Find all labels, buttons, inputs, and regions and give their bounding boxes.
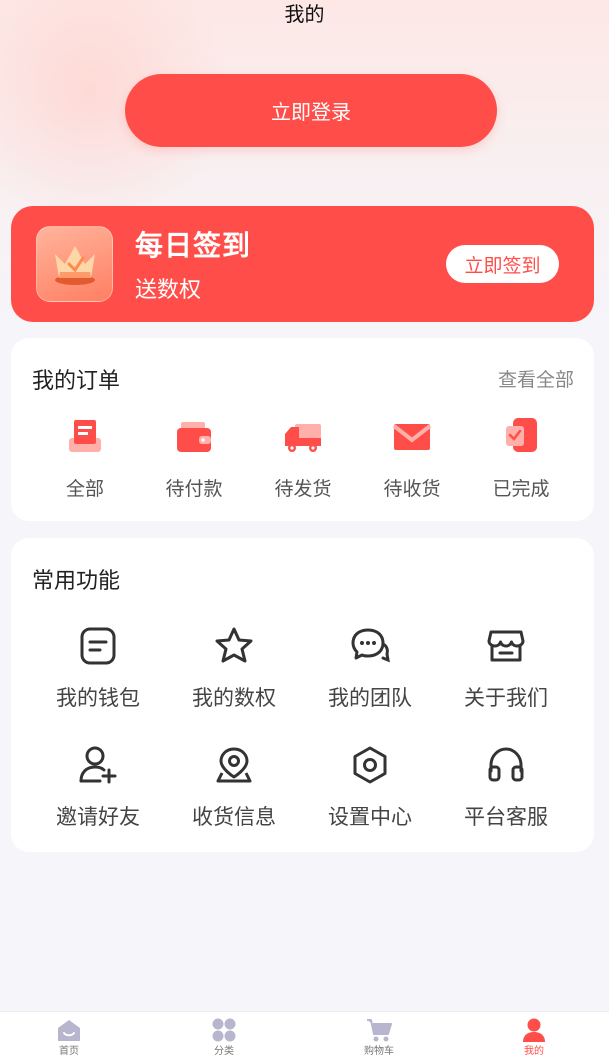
my-orders-card: 我的订单 查看全部 全部 待付款 待发货 待收货 已完成: [11, 338, 594, 521]
function-customer-service[interactable]: 平台客服: [438, 745, 574, 831]
envelope-icon: [392, 424, 432, 450]
order-filter-label: 待付款: [165, 478, 223, 500]
checkin-subtitle: 送数权: [135, 278, 202, 303]
tab-cart[interactable]: 购物车: [339, 1016, 419, 1058]
completed-doc-icon: [506, 418, 537, 452]
function-label: 平台客服: [464, 805, 548, 829]
order-filter-label: 已完成: [492, 478, 550, 500]
login-button[interactable]: 立即登录: [125, 74, 497, 147]
crown-icon: [36, 226, 113, 302]
function-team[interactable]: 我的团队: [302, 626, 438, 712]
checkin-title: 每日签到: [135, 229, 252, 262]
function-about-us[interactable]: 关于我们: [438, 626, 574, 712]
tab-label: 首页: [59, 1046, 79, 1057]
tab-home[interactable]: 首页: [29, 1016, 109, 1058]
order-filter-pending-shipment[interactable]: 待发货: [248, 416, 358, 501]
order-filter-completed[interactable]: 已完成: [466, 416, 576, 501]
orders-title: 我的订单: [32, 369, 121, 394]
daily-checkin-card: 每日签到 送数权 立即签到: [11, 206, 594, 322]
bottom-tab-bar: 首页 分类 购物车 我的: [0, 1011, 609, 1061]
function-settings[interactable]: 设置中心: [302, 745, 438, 831]
order-all-icon: [69, 420, 101, 452]
checkin-button[interactable]: 立即签到: [446, 245, 559, 283]
function-label: 我的数权: [192, 686, 276, 710]
function-label: 收货信息: [192, 805, 276, 829]
location-icon: [216, 747, 252, 783]
function-wallet[interactable]: 我的钱包: [30, 626, 166, 712]
truck-icon: [285, 424, 321, 452]
functions-title: 常用功能: [32, 569, 121, 594]
cart-icon: [367, 1019, 392, 1042]
order-filter-label: 全部: [65, 478, 104, 500]
profile-icon: [523, 1018, 545, 1042]
function-invite-friends[interactable]: 邀请好友: [30, 745, 166, 831]
star-icon: [215, 627, 253, 663]
add-user-icon: [79, 746, 117, 784]
tab-profile[interactable]: 我的: [494, 1016, 574, 1058]
function-label: 邀请好友: [56, 805, 140, 829]
wallet-outline-icon: [80, 627, 116, 665]
view-all-orders-link[interactable]: 查看全部: [498, 365, 574, 392]
function-label: 我的团队: [328, 686, 412, 710]
order-filter-pending-payment[interactable]: 待付款: [139, 416, 249, 501]
tab-category[interactable]: 分类: [184, 1016, 264, 1058]
order-filter-pending-receipt[interactable]: 待收货: [357, 416, 467, 501]
page-title: 我的: [284, 2, 325, 26]
tab-label: 分类: [214, 1046, 234, 1057]
function-label: 设置中心: [328, 805, 412, 829]
common-functions-card: 常用功能 我的钱包 我的数权 我的团队 关于我们 邀请好友 收货信息 设置中心 …: [11, 538, 594, 852]
category-icon: [212, 1018, 236, 1042]
order-filter-label: 待发货: [274, 478, 332, 500]
order-filter-label: 待收货: [383, 478, 441, 500]
store-icon: [487, 630, 525, 662]
home-icon: [58, 1020, 80, 1041]
function-data-rights[interactable]: 我的数权: [166, 626, 302, 712]
function-label: 关于我们: [464, 686, 548, 710]
wallet-icon: [177, 422, 211, 452]
tab-label: 购物车: [364, 1046, 394, 1057]
order-filter-all[interactable]: 全部: [30, 416, 140, 501]
headset-icon: [488, 747, 524, 782]
function-label: 我的钱包: [56, 686, 140, 710]
chat-icon: [351, 628, 390, 663]
function-shipping-info[interactable]: 收货信息: [166, 745, 302, 831]
tab-label: 我的: [524, 1046, 544, 1057]
settings-hex-icon: [353, 746, 387, 784]
